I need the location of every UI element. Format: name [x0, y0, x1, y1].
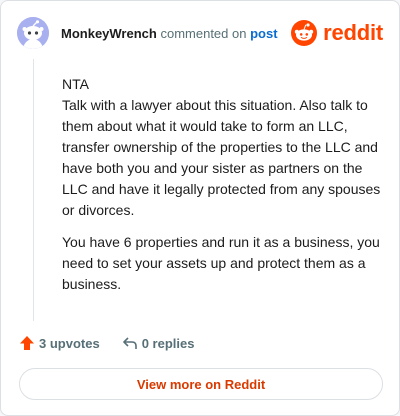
reddit-wordmark: reddit — [323, 20, 383, 45]
action-text: commented on — [160, 25, 247, 41]
comment-header: MonkeyWrench commented on post reddit — [17, 17, 383, 49]
comment-paragraph: NTA Talk with a lawyer about this situat… — [62, 76, 381, 218]
author-name[interactable]: MonkeyWrench — [61, 26, 157, 41]
reply-arrow-icon — [122, 337, 137, 349]
comment-body: NTA Talk with a lawyer about this situat… — [62, 74, 384, 306]
comment-embed-card: MonkeyWrench commented on post reddit NT… — [0, 0, 400, 416]
snoo-avatar-icon[interactable] — [17, 17, 49, 49]
comment-actions: 3 upvotes 0 replies — [19, 332, 194, 354]
comment-paragraph: You have 6 properties and run it as a bu… — [62, 234, 380, 292]
post-link[interactable]: post — [250, 26, 277, 41]
reddit-logo-icon — [291, 20, 318, 46]
view-more-button[interactable]: View more on Reddit — [19, 368, 383, 400]
upvote-button[interactable]: 3 upvotes — [19, 335, 100, 351]
upvote-arrow-icon — [20, 336, 34, 350]
comment-meta: MonkeyWrench commented on post — [61, 26, 278, 41]
upvote-count: 3 upvotes — [39, 335, 100, 351]
reply-count: 0 replies — [141, 335, 195, 351]
thread-line — [33, 59, 34, 321]
reddit-brand[interactable]: reddit — [291, 20, 383, 46]
reply-button[interactable]: 0 replies — [122, 335, 195, 351]
